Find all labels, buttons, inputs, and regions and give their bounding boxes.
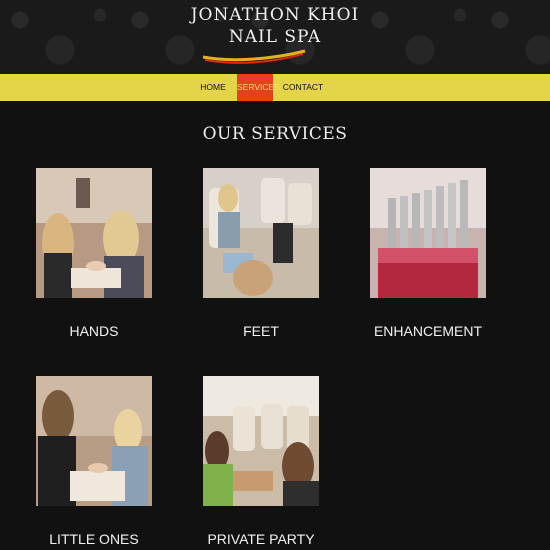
site-logo[interactable]: JONATHON KHOI NAIL SPA [0, 4, 550, 48]
service-label-feet[interactable]: FEET [173, 323, 349, 339]
service-label-enhancement[interactable]: ENHANCEMENT [340, 323, 516, 339]
service-label-little-ones[interactable]: LITTLE ONES [6, 531, 182, 547]
service-label-hands[interactable]: HANDS [6, 323, 182, 339]
hands-photo[interactable] [36, 168, 152, 298]
private-party-photo[interactable] [203, 376, 319, 506]
page-title: OUR SERVICES [202, 124, 348, 144]
enhancement-photo[interactable] [370, 168, 486, 298]
site-header: JONATHON KHOI NAIL SPA [0, 0, 550, 74]
logo-swoosh-icon [202, 49, 306, 64]
little-ones-photo[interactable] [36, 376, 152, 506]
nav-contact[interactable]: CONTACT [282, 74, 324, 101]
nav-services[interactable]: SERVICES [237, 74, 280, 101]
logo-line-2: NAIL SPA [228, 27, 322, 47]
logo-line-1: JONATHON KHOI [190, 5, 360, 25]
main-nav: HOME SERVICES CONTACT [0, 74, 550, 101]
feet-photo[interactable] [203, 168, 319, 298]
nav-home[interactable]: HOME [198, 74, 228, 101]
service-label-private-party[interactable]: PRIVATE PARTY [173, 531, 349, 547]
